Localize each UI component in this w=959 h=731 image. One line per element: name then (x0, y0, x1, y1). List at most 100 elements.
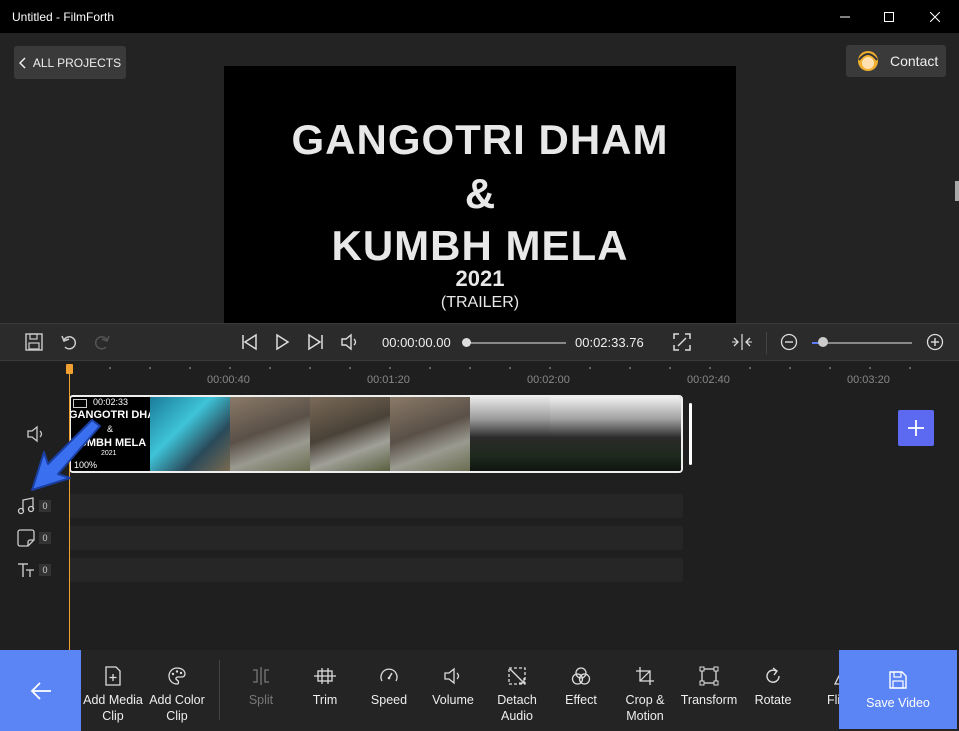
skip-to-end-button[interactable] (304, 330, 328, 354)
skip-to-start-button[interactable] (237, 330, 261, 354)
add-color-clip-button[interactable]: Add Color Clip (145, 664, 209, 724)
save-video-label: Save Video (866, 695, 930, 710)
music-track-count: 0 (39, 500, 51, 512)
tool-label: Motion (626, 709, 664, 723)
ruler-tick (189, 367, 191, 369)
crop-motion-button[interactable]: Crop & Motion (613, 664, 677, 724)
ruler-tick (429, 367, 431, 369)
undo-icon (61, 335, 77, 350)
video-icon (73, 399, 87, 408)
playhead-line[interactable] (69, 368, 70, 650)
contact-button[interactable]: Contact (846, 45, 946, 77)
sticker-track[interactable] (69, 526, 683, 550)
zoom-in-button[interactable] (923, 330, 947, 354)
tool-label: Split (248, 693, 274, 707)
sticker-track-count: 0 (39, 532, 51, 544)
ruler-tick (309, 367, 311, 369)
contact-label: Contact (890, 53, 939, 69)
ruler-label: 00:00:40 (207, 374, 250, 386)
preview-scroll-handle[interactable] (955, 181, 959, 201)
redo-button[interactable] (90, 330, 114, 354)
tool-label: Effect (565, 693, 597, 707)
redo-icon (94, 335, 110, 350)
transform-icon (699, 666, 719, 686)
clip-thumbnail (310, 397, 390, 471)
save-video-button[interactable]: Save Video (839, 650, 957, 729)
timeline[interactable]: 00:00:40 00:01:20 00:02:00 00:02:40 00:0… (0, 362, 959, 650)
sticker-track-icon[interactable] (16, 528, 36, 548)
scrub-track[interactable] (466, 342, 566, 344)
tool-label: Add Media (83, 693, 143, 707)
back-button[interactable] (0, 650, 81, 731)
play-icon (276, 333, 290, 351)
tool-label: Fli (827, 693, 839, 707)
undo-button[interactable] (57, 330, 81, 354)
preview-volume-button[interactable] (338, 330, 362, 354)
maximize-button[interactable] (866, 0, 912, 33)
trim-button[interactable]: Trim (293, 664, 357, 708)
clip-thumbnail (550, 397, 630, 471)
detach-audio-button[interactable]: Detach Audio (485, 664, 549, 724)
rotate-button[interactable]: Rotate (741, 664, 805, 708)
ruler-tick (269, 367, 271, 369)
tool-label: Add Color (149, 693, 205, 707)
ruler-tick (709, 367, 711, 369)
clip-end-handle[interactable] (689, 403, 692, 465)
text-track-count: 0 (39, 564, 51, 576)
split-button[interactable]: Split (229, 664, 293, 708)
ruler-tick (749, 367, 751, 369)
tool-label: Transform (680, 693, 738, 707)
tool-label: Detach (497, 693, 537, 707)
minimize-button[interactable] (822, 0, 868, 33)
annotation-arrow-icon (31, 419, 101, 491)
fullscreen-button[interactable] (670, 330, 694, 354)
playback-bar: 00:00:00.00 00:02:33.76 (0, 323, 959, 361)
flip-button[interactable]: Fli (805, 664, 839, 708)
filmforth-window: Untitled - FilmForth GANGOTRI DHAM & KUM… (0, 0, 959, 731)
zoom-out-button[interactable] (777, 330, 801, 354)
transform-button[interactable]: Transform (677, 664, 741, 708)
music-track[interactable] (69, 494, 683, 518)
music-track-icon[interactable] (16, 496, 36, 516)
fit-timeline-button[interactable] (730, 330, 754, 354)
ruler-tick (149, 367, 151, 369)
ruler-tick (669, 367, 671, 369)
ruler-tick (469, 367, 471, 369)
chevron-left-icon (18, 56, 26, 69)
speed-button[interactable]: Speed (357, 664, 421, 708)
ruler-tick (549, 367, 551, 369)
clip-thumbnail (630, 397, 681, 471)
skip-forward-icon (308, 333, 323, 351)
speedometer-icon (380, 668, 398, 682)
fullscreen-icon (673, 333, 691, 351)
tool-label: Audio (501, 709, 533, 723)
title-bar: Untitled - FilmForth (0, 0, 959, 33)
tool-label: Speed (370, 693, 408, 707)
ruler-tick (589, 367, 591, 369)
save-project-button[interactable] (22, 330, 46, 354)
effect-button[interactable]: Effect (549, 664, 613, 708)
volume-button[interactable]: Volume (421, 664, 485, 708)
play-button[interactable] (270, 330, 294, 354)
tool-label: Clip (102, 709, 124, 723)
zoom-slider-handle[interactable] (818, 337, 828, 347)
preview-title-line2: & (464, 170, 496, 217)
playhead-handle[interactable] (66, 364, 73, 374)
add-file-icon (105, 666, 121, 686)
text-track-icon[interactable] (16, 560, 36, 580)
text-track[interactable] (69, 558, 683, 582)
preview-subtitle: (TRAILER) (440, 294, 520, 311)
scrub-handle[interactable] (462, 338, 471, 347)
add-media-button[interactable] (898, 410, 934, 446)
clip-duration: 00:02:33 (93, 397, 129, 407)
sticker-icon (17, 529, 35, 547)
text-icon (18, 563, 34, 577)
all-projects-button[interactable]: ALL PROJECTS (14, 46, 126, 79)
ruler-tick (349, 367, 351, 369)
video-clip[interactable]: 00:02:33 GANGOTRI DHA & KUMBH MELA 2021 … (69, 395, 683, 473)
close-button[interactable] (912, 0, 958, 33)
video-preview[interactable]: GANGOTRI DHAM & KUMBH MELA 2021 (TRAILER… (224, 66, 736, 354)
tool-label: Clip (166, 709, 188, 723)
add-media-clip-button[interactable]: Add Media Clip (81, 664, 145, 724)
current-time: 00:00:00.00 (382, 335, 451, 350)
